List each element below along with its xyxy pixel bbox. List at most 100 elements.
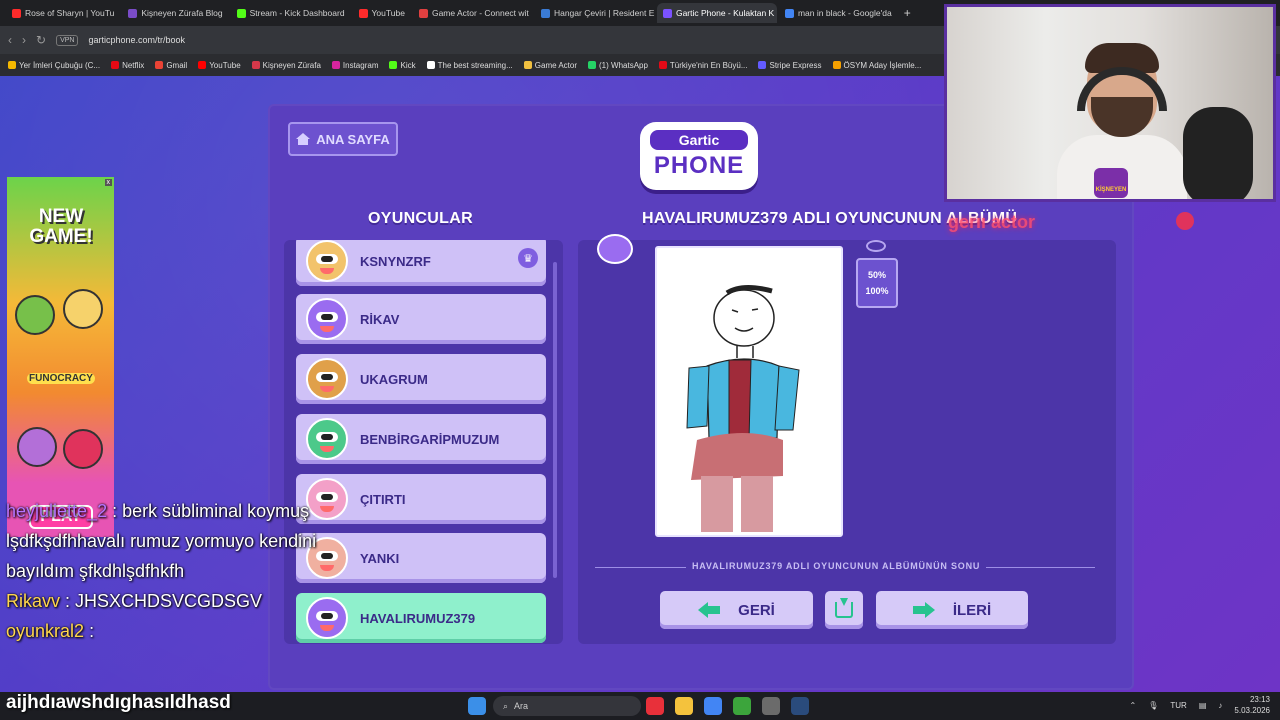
- tab-label: Stream - Kick Dashboard: [249, 8, 345, 18]
- clock[interactable]: 23:13 5.03.2026: [1234, 694, 1270, 716]
- new-tab-icon[interactable]: +: [904, 6, 911, 20]
- bookmark-favicon-icon: [758, 61, 767, 69]
- microphone: [1183, 107, 1253, 199]
- player-item[interactable]: BENBİRGARİPMUZUM: [296, 414, 546, 464]
- back-button[interactable]: GERİ: [660, 591, 813, 629]
- players-scrollbar[interactable]: [553, 262, 557, 578]
- chat-user: heyjuliette_2: [6, 501, 108, 521]
- tab-favicon-icon: [236, 8, 246, 18]
- network-icon[interactable]: ▤: [1199, 701, 1207, 710]
- mic-icon[interactable]: 🎙: [1148, 701, 1158, 710]
- volume-icon[interactable]: ♪: [1218, 701, 1222, 710]
- bookmark-item[interactable]: ÖSYM Aday İşlemle...: [832, 60, 922, 70]
- bookmark-item[interactable]: Yer İmleri Çubuğu (C...: [8, 61, 100, 70]
- player-name: KSNYNZRF: [360, 253, 431, 269]
- clock-time: 23:13: [1249, 695, 1270, 704]
- tab-label: Gartic Phone - Kulaktan K: [675, 8, 775, 18]
- bookmark-label: Stripe Express: [769, 60, 822, 70]
- bookmark-favicon-icon: [389, 61, 398, 69]
- bookmark-item[interactable]: Stripe Express: [758, 60, 822, 70]
- bookmark-item[interactable]: Türkiye'nin En Büyü...: [658, 61, 747, 70]
- browser-tab[interactable]: Gartic Phone - Kulaktan K: [656, 3, 777, 23]
- search-placeholder: Ara: [514, 701, 529, 711]
- tab-label: Rose of Sharyn | YouTu: [25, 8, 115, 18]
- player-item[interactable]: KSNYNZRF ♛: [296, 240, 546, 286]
- taskbar-apps: [468, 697, 486, 715]
- chrome-icon[interactable]: [704, 697, 722, 715]
- next-button[interactable]: İLERİ: [876, 591, 1028, 629]
- zoom-selector[interactable]: 50% 100%: [856, 258, 898, 308]
- bookmark-favicon-icon: [111, 61, 120, 69]
- bookmark-item[interactable]: Game Actor: [523, 61, 577, 70]
- browser-tab[interactable]: man in black - Google'da: [779, 3, 898, 23]
- tab-favicon-icon: [12, 8, 21, 18]
- ad-thumbs-icon: [15, 295, 55, 335]
- logo-main-text: PHONE: [653, 152, 745, 179]
- gartic-phone-logo: Gartic PHONE: [640, 122, 760, 192]
- zoom-option-50[interactable]: 50%: [868, 270, 886, 280]
- browser-tab[interactable]: Kişneyen Zürafa Blog: [122, 3, 228, 23]
- bookmark-item[interactable]: (1) WhatsApp: [588, 61, 648, 70]
- player-avatar: [306, 358, 348, 400]
- obs-icon[interactable]: [762, 697, 780, 715]
- system-tray: ⌃ 🎙 TUR ▤ ♪ 23:13 5.03.2026: [1130, 694, 1270, 716]
- zoom-option-100[interactable]: 100%: [865, 286, 888, 296]
- taskbar-pinned: [646, 697, 809, 715]
- bookmark-item[interactable]: Netflix: [111, 61, 144, 70]
- url-field[interactable]: garticphone.com/tr/book: [88, 35, 185, 45]
- bookmark-label: YouTube: [209, 60, 241, 70]
- player-item[interactable]: RİKAV: [296, 294, 546, 344]
- ad-close-icon[interactable]: x: [104, 179, 112, 186]
- eye-icon[interactable]: [866, 240, 886, 252]
- bookmark-item[interactable]: Instagram: [331, 61, 378, 70]
- browser-tab[interactable]: YouTube: [353, 3, 411, 23]
- tab-favicon-icon: [358, 8, 368, 18]
- vpn-badge[interactable]: VPN: [56, 34, 79, 46]
- bookmark-label: Kişneyen Zürafa: [262, 60, 321, 70]
- bookmark-item[interactable]: Gmail: [155, 61, 187, 70]
- browser-tab[interactable]: Hangar Çeviri | Resident E: [535, 3, 655, 23]
- album-end-text: HAVALIRUMUZ379 ADLI OYUNCUNUN ALBÜMÜNÜN …: [686, 561, 987, 571]
- player-item[interactable]: UKAGRUM: [296, 354, 546, 404]
- home-button[interactable]: ANA SAYFA: [288, 122, 398, 156]
- download-button[interactable]: [825, 591, 863, 629]
- tab-favicon-icon: [662, 8, 672, 18]
- language-indicator[interactable]: TUR: [1170, 701, 1186, 710]
- back-nav-icon[interactable]: ‹: [8, 33, 12, 47]
- ad-title: NEW GAME!: [29, 206, 93, 247]
- bookmark-item[interactable]: Kişneyen Zürafa: [251, 60, 321, 70]
- player-name: HAVALIRUMUZ379: [360, 610, 476, 626]
- bookmark-item[interactable]: YouTube: [198, 60, 241, 70]
- bookmark-favicon-icon: [658, 61, 667, 69]
- tab-label: Hangar Çeviri | Resident E: [553, 8, 655, 18]
- ad-banner[interactable]: x NEW GAME! FUNOCRACY PLAY: [7, 177, 114, 537]
- bookmark-label: Gmail: [166, 60, 188, 70]
- tab-label: man in black - Google'da: [797, 8, 892, 18]
- tab-favicon-icon: [540, 8, 550, 18]
- forward-nav-icon[interactable]: ›: [22, 33, 26, 47]
- browser-tab[interactable]: Rose of Sharyn | YouTu: [6, 3, 120, 23]
- player-name: YANKI: [360, 550, 400, 566]
- bookmark-item[interactable]: The best streaming...: [426, 61, 513, 70]
- arrow-left-icon: [698, 602, 721, 618]
- start-icon[interactable]: [468, 697, 486, 715]
- browser-tab[interactable]: Stream - Kick Dashboard: [231, 3, 351, 23]
- bookmark-item[interactable]: Kick: [389, 61, 416, 70]
- bookmark-label: Netflix: [122, 60, 145, 70]
- bookmark-favicon-icon: [331, 61, 340, 69]
- folder-icon[interactable]: [675, 697, 693, 715]
- bookmark-label: ÖSYM Aday İşlemle...: [843, 60, 922, 70]
- chevron-up-icon[interactable]: ⌃: [1130, 701, 1137, 710]
- chat-user: oyunkral2: [6, 621, 85, 641]
- download-icon: [835, 598, 853, 618]
- channel-badge: KİŞNEYEN: [1094, 168, 1128, 198]
- back-button-label: GERİ: [738, 601, 775, 619]
- minecraft-icon[interactable]: [733, 697, 751, 715]
- player-avatar: [306, 240, 348, 282]
- bookmark-favicon-icon: [832, 61, 841, 69]
- opera-icon[interactable]: [646, 697, 664, 715]
- taskbar-search[interactable]: ⌕ Ara: [493, 696, 641, 716]
- steam-icon[interactable]: [791, 697, 809, 715]
- reload-icon[interactable]: ↻: [36, 33, 46, 47]
- browser-tab[interactable]: Game Actor - Connect wit: [413, 3, 533, 23]
